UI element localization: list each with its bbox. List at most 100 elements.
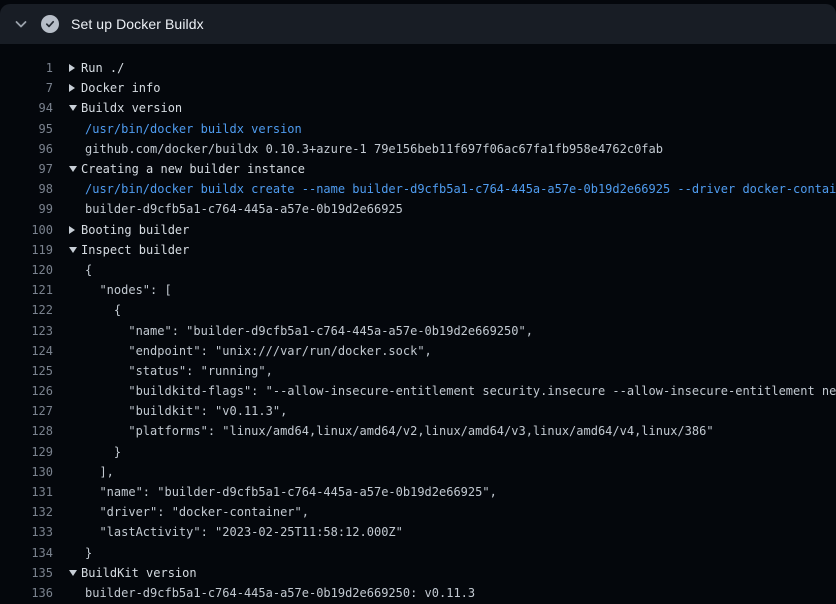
log-line: 124 "endpoint": "unix:///var/run/docker.… xyxy=(0,341,836,361)
line-number[interactable]: 100 xyxy=(0,223,53,237)
line-number[interactable]: 122 xyxy=(0,303,53,317)
log-line: 122 { xyxy=(0,300,836,320)
command-text: /usr/bin/docker buildx create --name bui… xyxy=(85,182,836,196)
group-label[interactable]: BuildKit version xyxy=(81,566,197,580)
triangle-glyph xyxy=(69,64,75,72)
line-number[interactable]: 136 xyxy=(0,586,53,600)
group-label[interactable]: Run ./ xyxy=(81,61,124,75)
line-number[interactable]: 133 xyxy=(0,525,53,539)
output-text: github.com/docker/buildx 0.10.3+azure-1 … xyxy=(85,142,663,156)
triangle-down-icon[interactable] xyxy=(69,570,81,576)
triangle-down-icon[interactable] xyxy=(69,105,81,111)
line-number[interactable]: 96 xyxy=(0,142,53,156)
line-number[interactable]: 124 xyxy=(0,344,53,358)
line-number[interactable]: 94 xyxy=(0,101,53,115)
log-view: 1 Run ./ 7 Docker info 94 Buildx version 95/us… xyxy=(0,44,836,603)
command-text: /usr/bin/docker buildx version xyxy=(85,122,302,136)
log-line: 95/usr/bin/docker buildx version xyxy=(0,119,836,139)
log-line[interactable]: 94 Buildx version xyxy=(0,98,836,118)
output-text: "driver": "docker-container", xyxy=(85,505,309,519)
log-line[interactable]: 135 BuildKit version xyxy=(0,563,836,583)
output-text: builder-d9cfb5a1-c764-445a-a57e-0b19d2e6… xyxy=(85,586,475,600)
log-line: 98/usr/bin/docker buildx create --name b… xyxy=(0,179,836,199)
line-number[interactable]: 130 xyxy=(0,465,53,479)
line-number[interactable]: 1 xyxy=(0,61,53,75)
log-line: 128 "platforms": "linux/amd64,linux/amd6… xyxy=(0,421,836,441)
line-number[interactable]: 132 xyxy=(0,505,53,519)
log-line: 126 "buildkitd-flags": "--allow-insecure… xyxy=(0,381,836,401)
triangle-glyph xyxy=(69,226,75,234)
line-number[interactable]: 97 xyxy=(0,162,53,176)
log-line: 134} xyxy=(0,543,836,563)
triangle-glyph xyxy=(69,166,77,172)
log-line: 123 "name": "builder-d9cfb5a1-c764-445a-… xyxy=(0,320,836,340)
triangle-right-icon[interactable] xyxy=(69,226,81,234)
log-line[interactable]: 97 Creating a new builder instance xyxy=(0,159,836,179)
line-number[interactable]: 135 xyxy=(0,566,53,580)
line-number[interactable]: 125 xyxy=(0,364,53,378)
log-line: 125 "status": "running", xyxy=(0,361,836,381)
log-line[interactable]: 1 Run ./ xyxy=(0,58,836,78)
line-number[interactable]: 131 xyxy=(0,485,53,499)
log-line: 127 "buildkit": "v0.11.3", xyxy=(0,401,836,421)
log-line: 129 } xyxy=(0,442,836,462)
log-line: 121 "nodes": [ xyxy=(0,280,836,300)
output-text: "lastActivity": "2023-02-25T11:58:12.000… xyxy=(85,525,403,539)
log-line[interactable]: 119 Inspect builder xyxy=(0,240,836,260)
line-number[interactable]: 126 xyxy=(0,384,53,398)
line-number[interactable]: 7 xyxy=(0,81,53,95)
line-number[interactable]: 134 xyxy=(0,546,53,560)
output-text: "buildkit": "v0.11.3", xyxy=(85,404,287,418)
group-label[interactable]: Buildx version xyxy=(81,101,182,115)
output-text: { xyxy=(85,303,121,317)
log-line: 120 { xyxy=(0,260,836,280)
output-text: "endpoint": "unix:///var/run/docker.sock… xyxy=(85,344,432,358)
line-number[interactable]: 99 xyxy=(0,202,53,216)
triangle-glyph xyxy=(69,570,77,576)
output-text: "buildkitd-flags": "--allow-insecure-ent… xyxy=(85,384,836,398)
check-circle-icon xyxy=(41,15,59,33)
log-line: 133 "lastActivity": "2023-02-25T11:58:12… xyxy=(0,522,836,542)
log-line: 130 ], xyxy=(0,462,836,482)
triangle-glyph xyxy=(69,84,75,92)
output-text: "status": "running", xyxy=(85,364,273,378)
log-line[interactable]: 100 Booting builder xyxy=(0,220,836,240)
triangle-glyph xyxy=(69,105,77,111)
log-line[interactable]: 7 Docker info xyxy=(0,78,836,98)
output-text: } xyxy=(85,546,92,560)
output-text: "name": "builder-d9cfb5a1-c764-445a-a57e… xyxy=(85,485,497,499)
output-text: builder-d9cfb5a1-c764-445a-a57e-0b19d2e6… xyxy=(85,202,403,216)
line-number[interactable]: 123 xyxy=(0,324,53,338)
log-line: 99 builder-d9cfb5a1-c764-445a-a57e-0b19d2… xyxy=(0,199,836,219)
chevron-down-icon[interactable] xyxy=(14,17,28,31)
line-number[interactable]: 121 xyxy=(0,283,53,297)
log-line: 132 "driver": "docker-container", xyxy=(0,502,836,522)
group-label[interactable]: Inspect builder xyxy=(81,243,189,257)
output-text: "name": "builder-d9cfb5a1-c764-445a-a57e… xyxy=(85,324,533,338)
log-line: 136 builder-d9cfb5a1-c764-445a-a57e-0b19d… xyxy=(0,583,836,603)
triangle-down-icon[interactable] xyxy=(69,247,81,253)
triangle-glyph xyxy=(69,247,77,253)
line-number[interactable]: 129 xyxy=(0,445,53,459)
line-number[interactable]: 128 xyxy=(0,424,53,438)
group-label[interactable]: Docker info xyxy=(81,81,160,95)
line-number[interactable]: 95 xyxy=(0,122,53,136)
step-header[interactable]: Set up Docker Buildx xyxy=(0,4,836,44)
output-text: "platforms": "linux/amd64,linux/amd64/v2… xyxy=(85,424,714,438)
line-number[interactable]: 127 xyxy=(0,404,53,418)
line-number[interactable]: 98 xyxy=(0,182,53,196)
triangle-down-icon[interactable] xyxy=(69,166,81,172)
log-line: 96 github.com/docker/buildx 0.10.3+azure-… xyxy=(0,139,836,159)
step-title: Set up Docker Buildx xyxy=(71,16,204,32)
line-number[interactable]: 120 xyxy=(0,263,53,277)
triangle-right-icon[interactable] xyxy=(69,84,81,92)
output-text: } xyxy=(85,445,121,459)
line-number[interactable]: 119 xyxy=(0,243,53,257)
output-text: ], xyxy=(85,465,114,479)
group-label[interactable]: Creating a new builder instance xyxy=(81,162,305,176)
output-text: { xyxy=(85,263,92,277)
triangle-right-icon[interactable] xyxy=(69,64,81,72)
group-label[interactable]: Booting builder xyxy=(81,223,189,237)
output-text: "nodes": [ xyxy=(85,283,172,297)
log-line: 131 "name": "builder-d9cfb5a1-c764-445a-… xyxy=(0,482,836,502)
